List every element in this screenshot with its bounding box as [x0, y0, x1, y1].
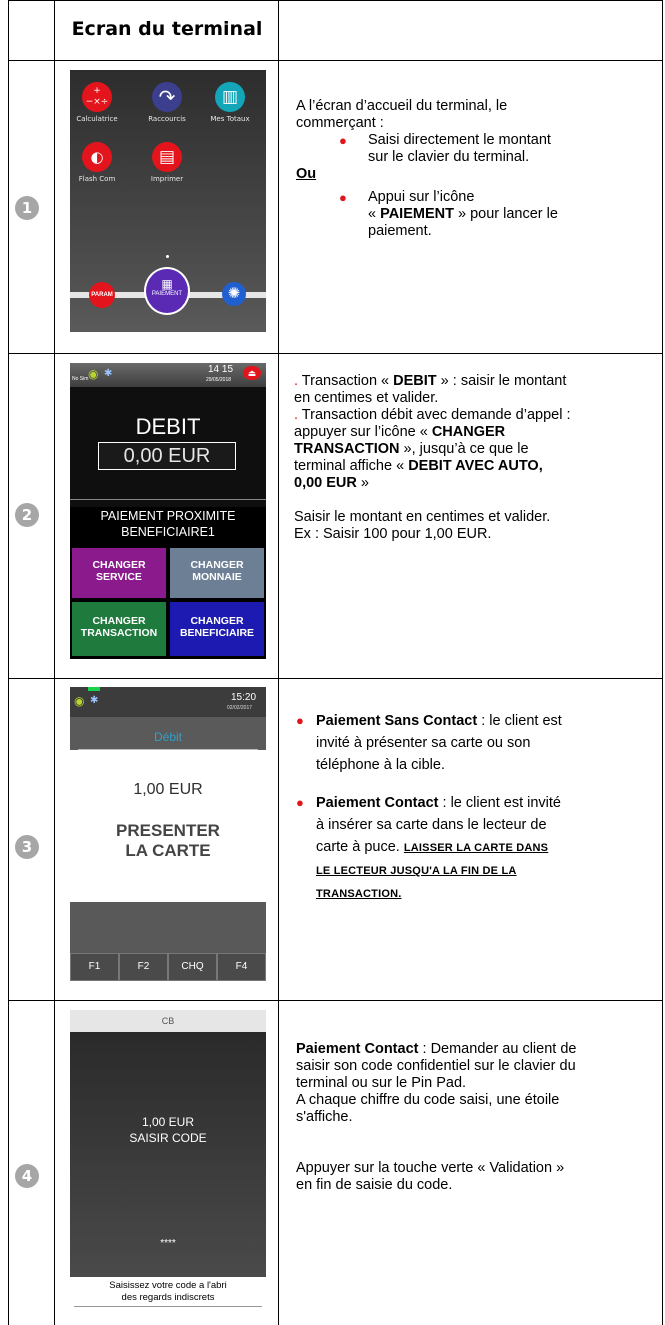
signal-icon: ◉	[74, 694, 85, 708]
pin-stars: ****	[160, 1238, 176, 1249]
bluetooth-icon: ✱	[90, 695, 99, 706]
settings-gear-icon[interactable]: ✺	[222, 282, 246, 306]
clock-time: 14 15	[208, 364, 234, 375]
clock-date: 02/02/2017	[227, 705, 253, 711]
calculator-label: Calculatrice	[76, 115, 118, 123]
signal-icon: ◉	[88, 367, 99, 381]
step-number-1: 1	[15, 196, 39, 220]
change-beneficiary-button[interactable]: CHANGER BENEFICIAIRE	[170, 602, 264, 656]
step-number-4: 4	[15, 1164, 39, 1188]
f4-key[interactable]: F4	[217, 953, 266, 981]
flash-com-label: Flash Com	[78, 175, 116, 183]
row4-description: Paiement Contact : Demander au client de…	[296, 1041, 577, 1193]
row2-description: . Transaction « DEBIT » : saisir le mont…	[294, 373, 571, 542]
terminal-present-card-screen: ◉ ✱ 15:20 02/02/2017 Débit 1,00 EUR PRES…	[70, 687, 266, 981]
shortcut-icon[interactable]: ↷	[152, 82, 182, 112]
column-header-terminal-screen: Ecran du terminal	[71, 18, 263, 40]
change-service-button[interactable]: CHANGER SERVICE	[72, 548, 166, 598]
bluetooth-icon: ✱	[104, 368, 113, 379]
flash-com-icon[interactable]: ◐	[82, 142, 112, 172]
step-number-3: 3	[15, 835, 39, 859]
amount-field[interactable]: 0,00 EUR	[98, 442, 236, 470]
printer-icon[interactable]: ▤	[152, 142, 182, 172]
or-separator: Ou	[296, 166, 317, 182]
printer-label: Imprimer	[150, 175, 184, 183]
enter-code-prompt: SAISIR CODE	[129, 1131, 207, 1145]
prompt-line-1: PRESENTER	[116, 821, 220, 840]
amount-display: 1,00 EUR	[141, 1115, 195, 1129]
clock-time: 15:20	[231, 692, 257, 703]
totals-label: Mes Totaux	[210, 115, 250, 123]
amount-display: 1,00 EUR	[133, 781, 203, 798]
f2-key[interactable]: F2	[119, 953, 168, 981]
sim-status: No Sim	[72, 376, 89, 382]
led-indicator	[88, 687, 100, 691]
param-button[interactable]: PARAM	[89, 282, 115, 308]
service-name: PAIEMENT PROXIMITE	[100, 509, 236, 523]
f1-key[interactable]: F1	[70, 953, 119, 981]
status-bar: ◉ ✱ 15:20 02/02/2017	[70, 687, 266, 717]
totals-icon[interactable]: ▥	[215, 82, 245, 112]
transaction-title: DEBIT	[135, 414, 201, 439]
card-scheme-header: CB	[70, 1010, 266, 1032]
beneficiary-name: BENEFICIAIRE1	[121, 525, 215, 539]
paiement-button[interactable]: ▦ PAIEMENT	[144, 267, 190, 315]
row1-description: A l’écran d’accueil du terminal, le comm…	[296, 98, 656, 240]
transaction-type: Débit	[153, 730, 182, 744]
chq-key[interactable]: CHQ	[168, 953, 217, 981]
prompt-line-2: LA CARTE	[125, 841, 211, 860]
calculator-icon[interactable]: +−×÷	[82, 82, 112, 112]
paiement-label: PAIEMENT	[151, 291, 183, 297]
shortcut-label: Raccourcis	[148, 115, 186, 123]
clock-date: 29/05/2018	[206, 377, 232, 383]
footer-line-2: des regards indiscrets	[121, 1292, 215, 1303]
status-bar: No Sim ◉ ✱ 14 15 29/05/2018 ⏏	[70, 363, 266, 387]
change-currency-button[interactable]: CHANGER MONNAIE	[170, 548, 264, 598]
page-indicator-dot	[166, 255, 169, 258]
payment-terminal-icon: ▦	[161, 277, 173, 291]
footer-line-1: Saisissez votre code a l'abri	[109, 1280, 227, 1291]
step-number-2: 2	[15, 503, 39, 527]
terminal-home-screen: +−×÷ Calculatrice ↷ Raccourcis ▥ Mes Tot…	[70, 70, 266, 332]
change-transaction-button[interactable]: CHANGER TRANSACTION	[72, 602, 166, 656]
terminal-pin-entry-screen: CB 1,00 EUR SAISIR CODE **** Saisissez v…	[70, 1010, 266, 1312]
row3-description: ● Paiement Sans Contact : le client est i…	[296, 713, 562, 900]
terminal-debit-screen: No Sim ◉ ✱ 14 15 29/05/2018 ⏏ DEBIT 0,00…	[70, 363, 266, 659]
function-keys: F1 F2 CHQ F4	[70, 953, 266, 981]
eject-icon[interactable]: ⏏	[243, 366, 261, 380]
